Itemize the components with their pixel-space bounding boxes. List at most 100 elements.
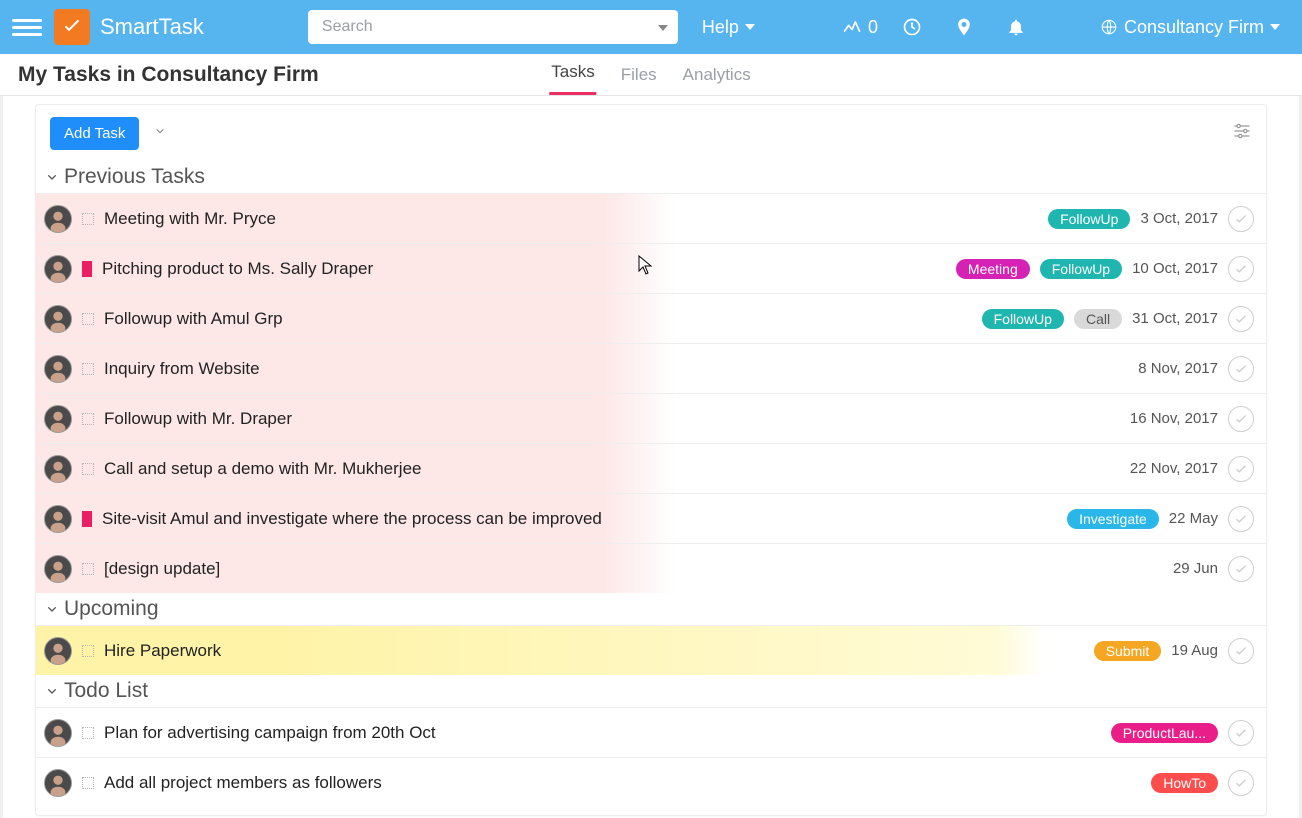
task-row[interactable]: Hire Paperwork Submit19 Aug [36, 625, 1266, 675]
complete-button[interactable] [1228, 356, 1254, 382]
activity-stats[interactable]: 0 [840, 0, 880, 54]
clock-button[interactable] [892, 0, 932, 54]
section-header[interactable]: Upcoming [36, 593, 1266, 625]
task-row[interactable]: Meeting with Mr. Pryce FollowUp3 Oct, 201… [36, 193, 1266, 243]
task-checkbox[interactable] [82, 563, 94, 575]
task-title: Hire Paperwork [104, 641, 221, 661]
complete-button[interactable] [1228, 306, 1254, 332]
location-button[interactable] [944, 0, 984, 54]
tag-pill[interactable]: FollowUp [982, 309, 1064, 329]
clock-icon [902, 17, 922, 37]
section-header[interactable]: Todo List [36, 675, 1266, 707]
task-row[interactable]: Inquiry from Website8 Nov, 2017 [36, 343, 1266, 393]
task-card: Add Task Previous TasksMeeting with Mr. … [35, 104, 1267, 816]
row-right: 22 Nov, 2017 [1130, 456, 1254, 482]
tag-pill[interactable]: Meeting [956, 259, 1030, 279]
help-menu[interactable]: Help [702, 17, 755, 38]
tag-pill[interactable]: HowTo [1151, 773, 1218, 793]
row-right: FollowUp3 Oct, 2017 [1048, 206, 1254, 232]
task-row[interactable]: Call and setup a demo with Mr. Mukherjee… [36, 443, 1266, 493]
complete-button[interactable] [1228, 770, 1254, 796]
task-checkbox[interactable] [82, 727, 94, 739]
task-checkbox[interactable] [82, 463, 94, 475]
section-header[interactable]: Previous Tasks [36, 161, 1266, 193]
tag-pill[interactable]: FollowUp [1048, 209, 1130, 229]
tag-pill[interactable]: Investigate [1067, 509, 1159, 529]
complete-button[interactable] [1228, 556, 1254, 582]
task-date: 8 Nov, 2017 [1138, 360, 1218, 377]
tab-tasks[interactable]: Tasks [549, 62, 596, 95]
avatar[interactable] [44, 355, 72, 383]
task-date: 10 Oct, 2017 [1132, 260, 1218, 277]
task-date: 22 May [1169, 510, 1218, 527]
task-row[interactable]: Add all project members as followers HowT… [36, 757, 1266, 807]
complete-button[interactable] [1228, 456, 1254, 482]
filter-button[interactable] [1232, 121, 1252, 146]
menu-icon[interactable] [12, 12, 42, 42]
tag-pill[interactable]: Submit [1094, 641, 1162, 661]
chevron-down-icon [44, 683, 60, 699]
task-title: Site-visit Amul and investigate where th… [102, 509, 602, 529]
row-right: Submit19 Aug [1094, 638, 1254, 664]
globe-icon [1100, 18, 1118, 36]
complete-button[interactable] [1228, 206, 1254, 232]
task-checkbox[interactable] [82, 645, 94, 657]
tag-pill[interactable]: ProductLau... [1111, 723, 1218, 743]
task-title: [design update] [104, 559, 220, 579]
page-title: My Tasks in Consultancy Firm [18, 63, 319, 95]
row-right: 16 Nov, 2017 [1130, 406, 1254, 432]
task-checkbox[interactable] [82, 413, 94, 425]
notifications-button[interactable] [996, 0, 1036, 54]
complete-button[interactable] [1228, 506, 1254, 532]
avatar[interactable] [44, 637, 72, 665]
priority-flag [82, 261, 92, 277]
task-date: 31 Oct, 2017 [1132, 310, 1218, 327]
task-date: 22 Nov, 2017 [1130, 460, 1218, 477]
add-task-menu[interactable] [153, 124, 167, 143]
app-logo[interactable] [54, 9, 90, 45]
priority-flag [82, 511, 92, 527]
complete-button[interactable] [1228, 638, 1254, 664]
avatar[interactable] [44, 505, 72, 533]
task-checkbox[interactable] [82, 213, 94, 225]
task-row[interactable]: [design update] 29 Jun [36, 543, 1266, 593]
avatar[interactable] [44, 555, 72, 583]
task-row[interactable]: Plan for advertising campaign from 20th … [36, 707, 1266, 757]
org-selector[interactable]: Consultancy Firm [1090, 17, 1290, 38]
task-title: Add all project members as followers [104, 773, 382, 793]
task-list[interactable]: Previous Tasks Meeting with Mr. Pryce Foll… [36, 161, 1266, 815]
row-right: Meeting FollowUp 10 Oct, 2017 [956, 256, 1254, 282]
avatar[interactable] [44, 769, 72, 797]
search-input[interactable] [308, 10, 678, 44]
canvas: Add Task Previous TasksMeeting with Mr. … [0, 96, 1302, 818]
row-right: ProductLau... [1111, 720, 1254, 746]
avatar[interactable] [44, 305, 72, 333]
task-title: Meeting with Mr. Pryce [104, 209, 276, 229]
task-row[interactable]: Pitching product to Ms. Sally DraperMeet… [36, 243, 1266, 293]
avatar[interactable] [44, 205, 72, 233]
task-date: 29 Jun [1173, 560, 1218, 577]
chevron-down-icon [44, 169, 60, 185]
task-checkbox[interactable] [82, 363, 94, 375]
search-dropdown-icon[interactable] [658, 18, 668, 36]
task-title: Followup with Amul Grp [104, 309, 283, 329]
tab-analytics[interactable]: Analytics [681, 65, 753, 95]
tag-pill[interactable]: Call [1074, 309, 1122, 329]
task-checkbox[interactable] [82, 777, 94, 789]
task-checkbox[interactable] [82, 313, 94, 325]
add-task-button[interactable]: Add Task [50, 117, 139, 150]
tab-files[interactable]: Files [619, 65, 659, 95]
complete-button[interactable] [1228, 720, 1254, 746]
complete-button[interactable] [1228, 406, 1254, 432]
tag-pill[interactable]: FollowUp [1040, 259, 1122, 279]
chevron-down-icon [1270, 24, 1280, 30]
complete-button[interactable] [1228, 256, 1254, 282]
avatar[interactable] [44, 255, 72, 283]
task-row[interactable]: Followup with Amul Grp FollowUp Call 31 Oct… [36, 293, 1266, 343]
avatar[interactable] [44, 405, 72, 433]
task-row[interactable]: Site-visit Amul and investigate where th… [36, 493, 1266, 543]
avatar[interactable] [44, 719, 72, 747]
avatar[interactable] [44, 455, 72, 483]
task-row[interactable]: Followup with Mr. Draper16 Nov, 2017 [36, 393, 1266, 443]
activity-count: 0 [868, 17, 878, 38]
